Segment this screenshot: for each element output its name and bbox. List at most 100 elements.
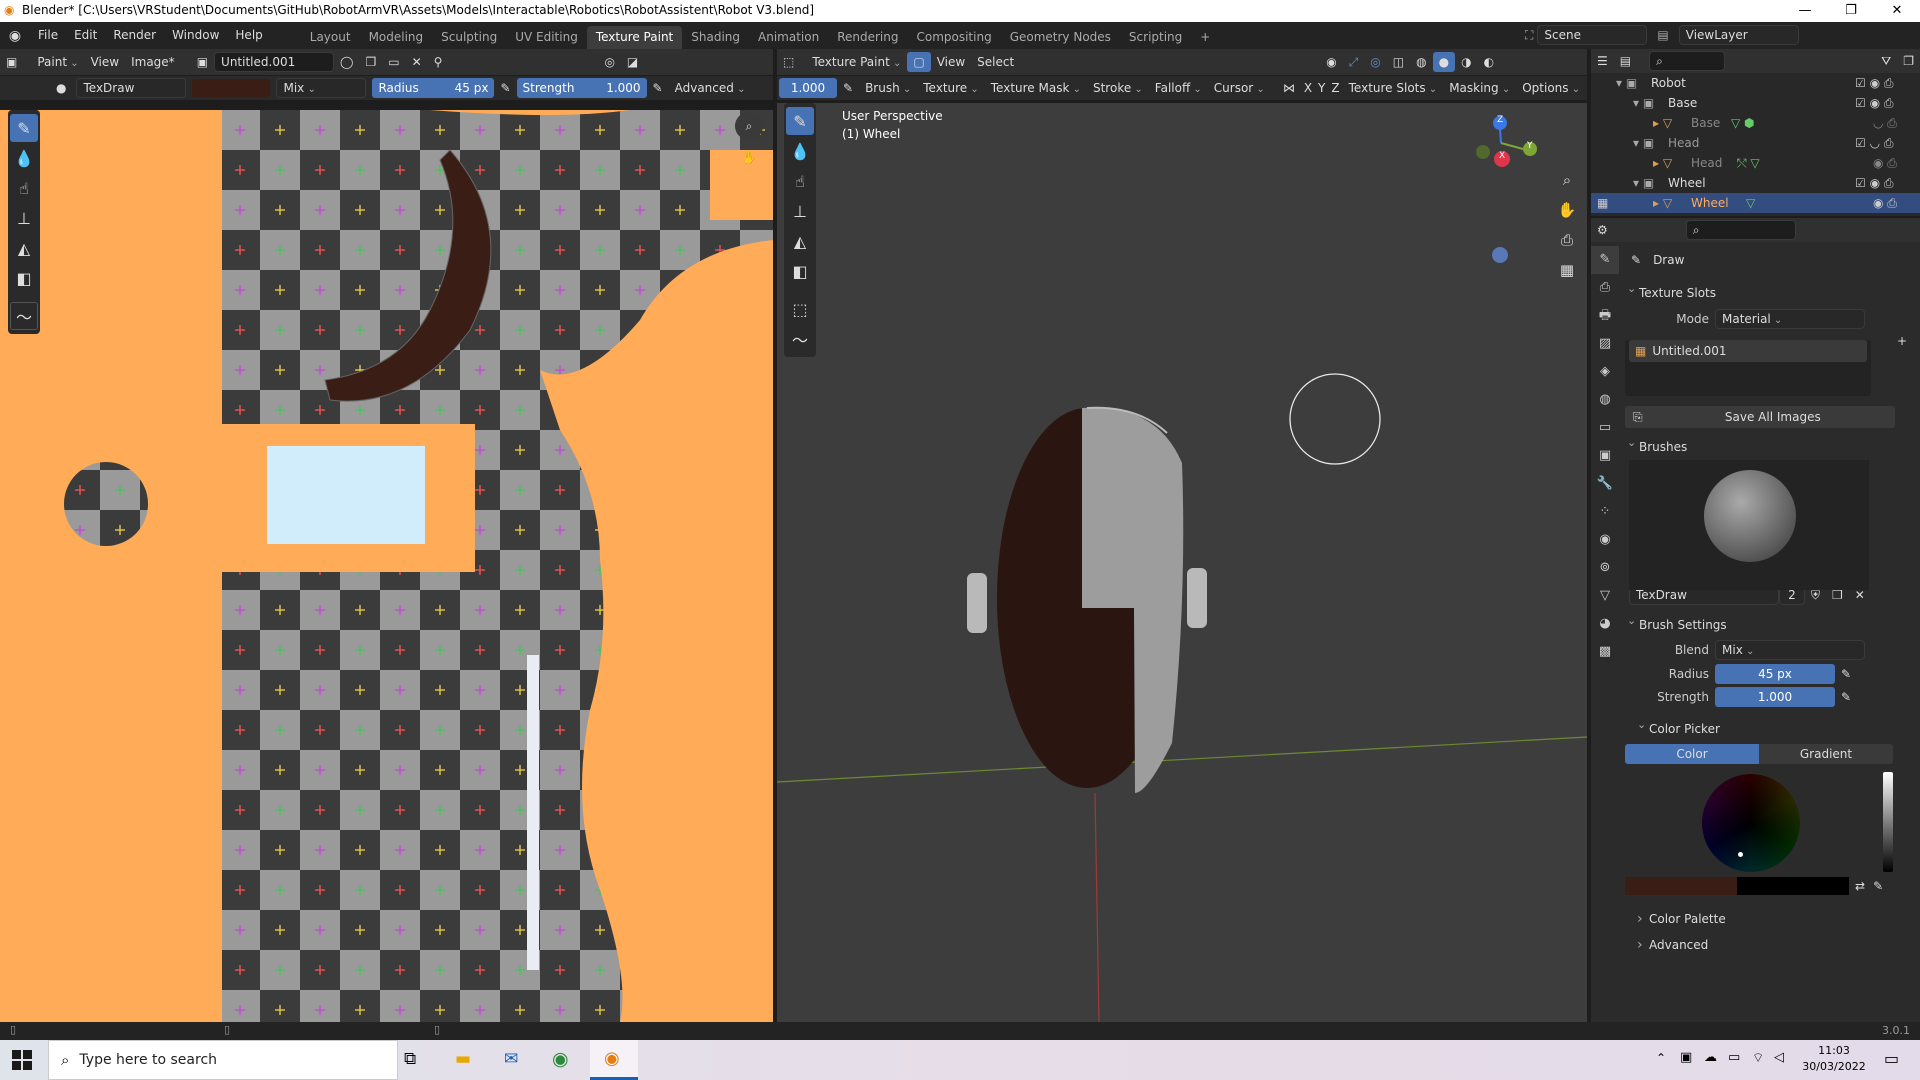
rendered-shading-icon[interactable]: ◐ — [1478, 52, 1500, 72]
properties-search-input[interactable]: ⌕ — [1685, 220, 1796, 240]
mirror-x-toggle[interactable]: X — [1301, 78, 1315, 98]
add-slot-icon[interactable]: + — [1897, 334, 1907, 348]
3d-viewport[interactable]: User Perspective (1) Wheel Z X Y ✎ 💧 ☝ ⊥… — [777, 103, 1587, 1022]
color-palette-panel-header[interactable]: Color Palette — [1635, 906, 1915, 932]
unlink-image-icon[interactable]: ✕ — [406, 52, 428, 72]
material-shading-icon[interactable]: ◑ — [1455, 52, 1477, 72]
open-image-icon[interactable]: ▭ — [382, 52, 405, 72]
brush-preview[interactable] — [1629, 460, 1869, 590]
tab-geometry-nodes[interactable]: Geometry Nodes — [1001, 26, 1120, 49]
pan-hand-icon[interactable]: ✋ — [735, 144, 763, 172]
taskbar-clock[interactable]: 11:03 30/03/2022 — [1796, 1043, 1872, 1075]
strength-slider[interactable]: Strength 1.000 — [516, 78, 647, 98]
viewport-strength-field[interactable]: 1.000 — [779, 78, 837, 98]
fill-tool-icon[interactable]: ◭ — [10, 234, 38, 262]
world-tab-icon[interactable]: ◍ — [1591, 386, 1619, 414]
tray-battery-icon[interactable]: ▭ — [1728, 1050, 1740, 1065]
cursor-menu[interactable]: Cursor — [1208, 78, 1271, 98]
gizmo-icon[interactable]: ⤢ — [1343, 52, 1365, 72]
solid-shading-icon[interactable]: ● — [1432, 52, 1456, 72]
vp-soften-tool-icon[interactable]: 💧 — [786, 137, 814, 165]
viewport-scene[interactable] — [777, 103, 1587, 1022]
fake-user-icon[interactable]: ◯ — [334, 52, 359, 72]
outliner-editor-type-icon[interactable]: ☰ — [1591, 51, 1614, 71]
viewport-editor-type-icon[interactable]: ⬚ — [777, 52, 800, 72]
tab-rendering[interactable]: Rendering — [828, 26, 907, 49]
particles-tab-icon[interactable]: ⁘ — [1591, 498, 1619, 526]
wireframe-shading-icon[interactable]: ◍ — [1410, 52, 1432, 72]
tool-tab-icon[interactable]: ✎ — [1591, 246, 1619, 274]
scene-tab-icon[interactable]: ◈ — [1591, 358, 1619, 386]
tab-shading[interactable]: Shading — [682, 26, 749, 49]
menu-window[interactable]: Window — [164, 22, 227, 49]
blender-taskbar-button[interactable]: ◉ — [590, 1040, 638, 1080]
uv-texture-image[interactable] — [0, 110, 773, 1022]
notification-icon[interactable]: ▭ — [1884, 1049, 1899, 1068]
viewport-menu-select[interactable]: Select — [971, 52, 1020, 72]
zoom-viewport-icon[interactable]: ⌕ — [1553, 165, 1581, 195]
gizmo-z-label[interactable]: Z — [1497, 115, 1503, 125]
vp-annotate-tool-icon[interactable]: 〜 — [786, 325, 814, 353]
tray-device-icon[interactable]: ▣ — [1680, 1050, 1692, 1065]
tab-sculpting[interactable]: Sculpting — [432, 26, 506, 49]
draw-tool-icon[interactable]: ✎ — [10, 114, 38, 142]
mirror-y-toggle[interactable]: Y — [1315, 78, 1328, 98]
data-tab-icon[interactable]: ▽ — [1591, 582, 1619, 610]
xray-icon[interactable]: ◫ — [1387, 52, 1410, 72]
gizmo-x-label[interactable]: X — [1499, 151, 1505, 161]
secondary-color-swatch[interactable] — [1737, 877, 1849, 895]
brush-settings-panel-header[interactable]: Brush Settings — [1625, 608, 1915, 638]
scene-selector[interactable]: Scene — [1537, 25, 1648, 45]
brush-menu[interactable]: Brush — [859, 78, 917, 98]
chrome-icon[interactable]: ◉ — [552, 1048, 569, 1070]
texture-paint-mode-dropdown[interactable]: Texture Paint — [806, 52, 907, 72]
new-image-icon[interactable]: ❐ — [359, 52, 382, 72]
texture-menu[interactable]: Texture — [917, 78, 985, 98]
masking-menu[interactable]: Masking — [1443, 78, 1516, 98]
soften-tool-icon[interactable]: 💧 — [10, 144, 38, 172]
radius-pressure-icon[interactable]: ✎ — [1835, 664, 1857, 684]
mirror-z-toggle[interactable]: Z — [1328, 78, 1342, 98]
blend-dropdown-props[interactable]: Mix — [1715, 640, 1865, 660]
gradient-tab[interactable]: Gradient — [1759, 744, 1893, 764]
overlay-icon[interactable]: ◎ — [598, 52, 620, 72]
zoom-icon[interactable]: ⌕ — [735, 112, 763, 140]
texture-slots-panel-header[interactable]: Texture Slots — [1625, 276, 1915, 306]
pressure-icon[interactable]: ✎ — [494, 78, 516, 98]
vp-smear-tool-icon[interactable]: ☝ — [786, 167, 814, 195]
outliner-row-base-collection[interactable]: ▾ ▣ Base ☑ ◉ ⎙ — [1591, 93, 1920, 113]
texture-tab-icon[interactable]: ▩ — [1591, 638, 1619, 666]
viewport-menu-view[interactable]: View — [931, 52, 971, 72]
texture-slots-menu[interactable]: Texture Slots — [1343, 78, 1444, 98]
color-wheel[interactable] — [1702, 774, 1800, 872]
properties-editor-type-icon[interactable]: ⚙ — [1591, 220, 1614, 240]
constraints-tab-icon[interactable]: ⊚ — [1591, 554, 1619, 582]
tab-texture-paint[interactable]: Texture Paint — [586, 26, 683, 49]
image-editor-canvas[interactable]: ✎ 💧 ☝ ⊥ ◭ ◧ 〜 ⌕ ✋ — [0, 110, 773, 1022]
mask-tool-icon[interactable]: ◧ — [10, 264, 38, 292]
texture-mask-menu[interactable]: Texture Mask — [985, 78, 1087, 98]
object-tab-icon[interactable]: ▣ — [1591, 442, 1619, 470]
minimize-button[interactable]: — — [1782, 0, 1828, 22]
vp-mask-tool-icon[interactable]: ◧ — [786, 257, 814, 285]
tab-animation[interactable]: Animation — [749, 26, 828, 49]
brush-name-field[interactable]: TexDraw — [76, 78, 187, 98]
new-collection-icon[interactable]: ❐ — [1897, 51, 1920, 71]
menu-view[interactable]: View — [85, 52, 125, 72]
strength-pressure-icon[interactable]: ✎ — [647, 78, 669, 98]
paint-mask-icon[interactable]: ▢ — [907, 52, 931, 72]
modifier-tab-icon[interactable]: 🔧 — [1591, 470, 1619, 498]
editor-type-icon[interactable]: ▣ — [0, 52, 23, 72]
paint-mode-dropdown[interactable]: Paint — [31, 52, 84, 72]
blend-dropdown[interactable]: Mix — [276, 78, 367, 98]
outliner-row-head-collection[interactable]: ▾ ▣ Head ☑ ◡ ⎙ — [1591, 133, 1920, 153]
mode-dropdown[interactable]: Material — [1715, 309, 1865, 329]
menu-help[interactable]: Help — [227, 22, 270, 49]
file-explorer-icon[interactable]: ▬ — [455, 1049, 471, 1069]
mail-icon[interactable]: ✉ — [504, 1049, 518, 1069]
advanced-panel-header[interactable]: Advanced — [1635, 932, 1915, 958]
swap-colors-icon[interactable]: ⇄ — [1849, 876, 1871, 896]
save-all-images-button[interactable]: ⎘ Save All Images — [1625, 406, 1895, 428]
output-tab-icon[interactable]: 🖶 — [1591, 302, 1619, 330]
color-tab[interactable]: Color — [1625, 744, 1759, 764]
